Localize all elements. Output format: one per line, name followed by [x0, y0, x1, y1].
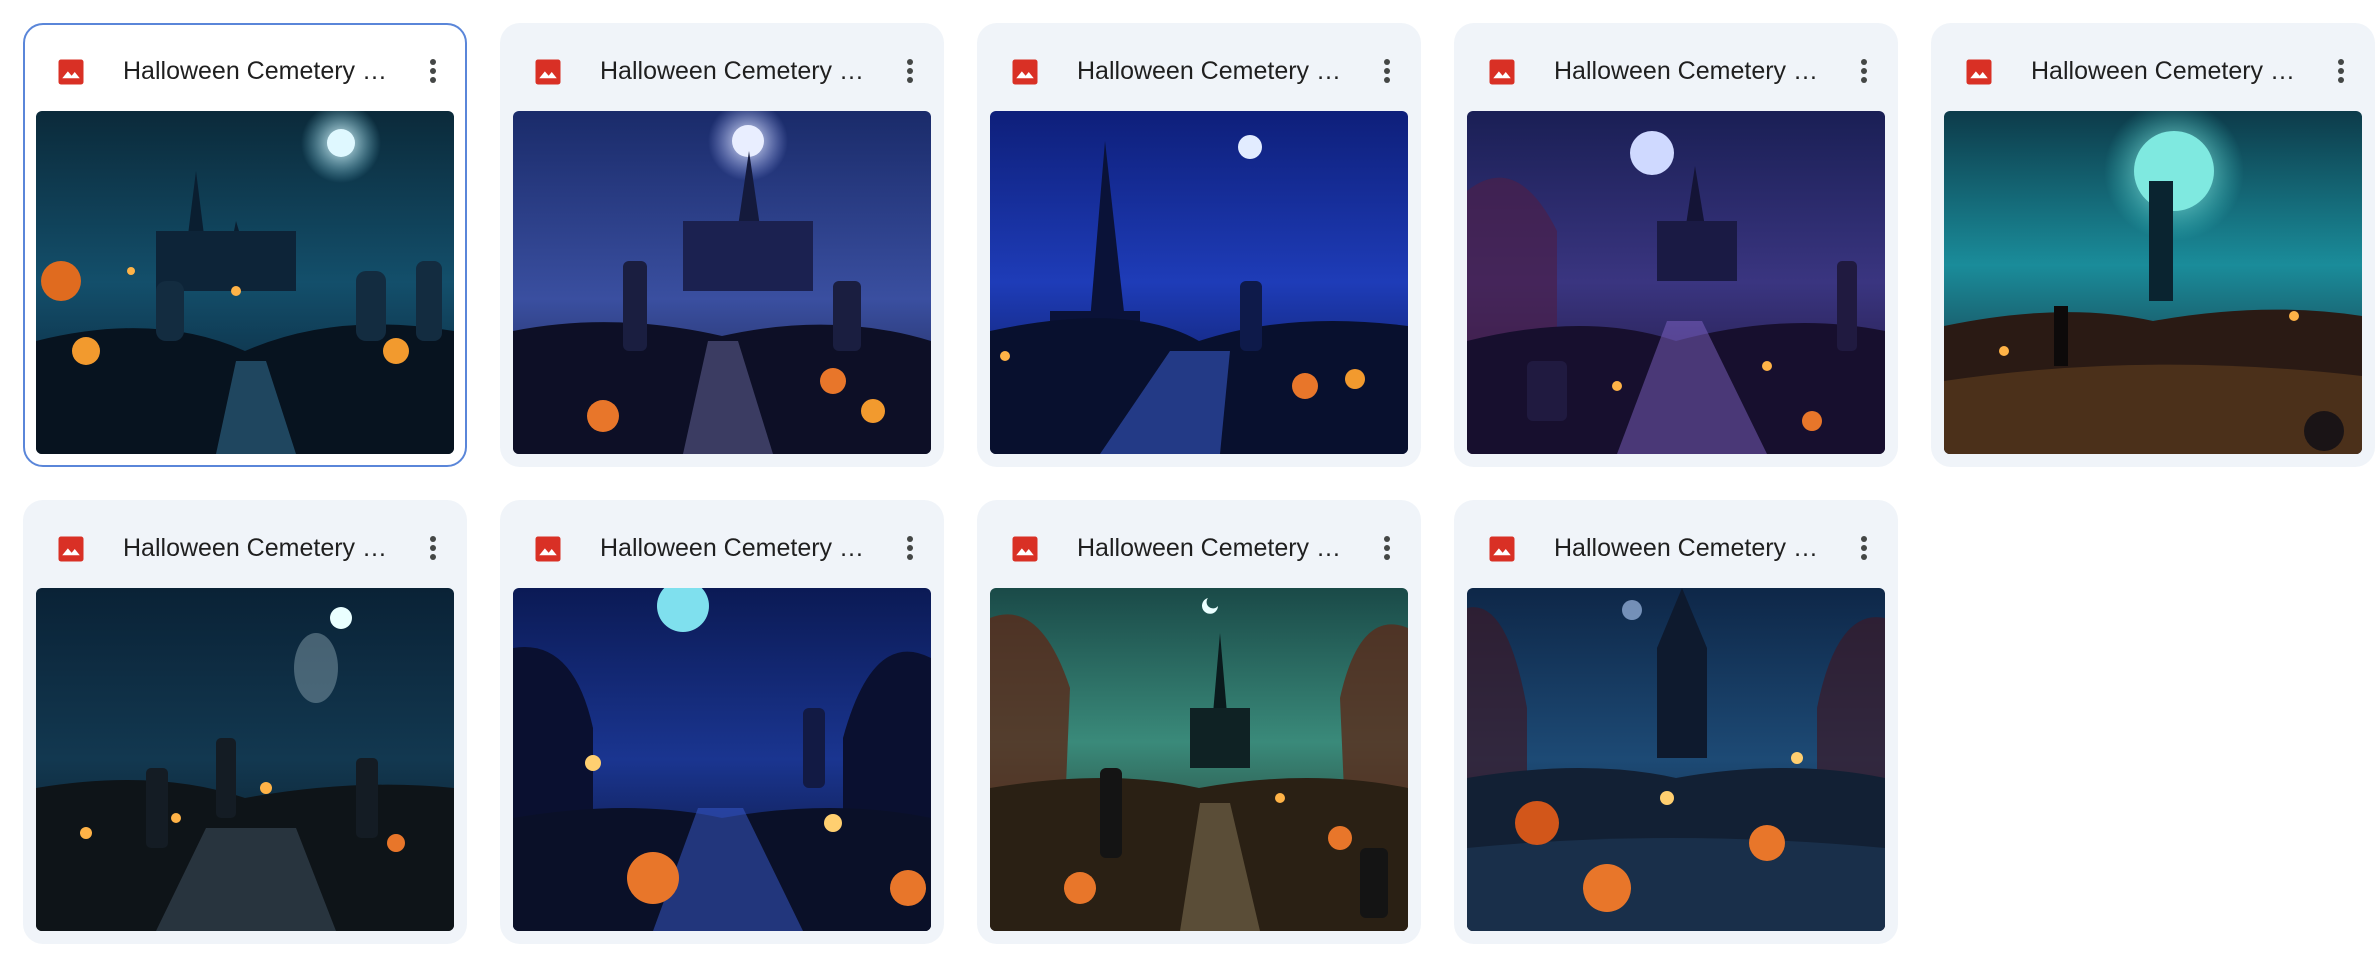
file-card-header: Halloween Cemetery Background 4 [1454, 23, 1898, 111]
file-card[interactable]: Halloween Cemetery Background 6 [23, 500, 467, 944]
image-thumbnail[interactable] [36, 111, 454, 454]
image-file-icon [1487, 534, 1517, 564]
file-card-header: Halloween Cemetery Background 7 [500, 500, 944, 588]
file-card[interactable]: Halloween Cemetery Background 3 [977, 23, 1421, 467]
more-options-icon[interactable] [1844, 51, 1884, 91]
file-title: Halloween Cemetery Background 7 [600, 534, 872, 562]
file-title: Halloween Cemetery Background 6 [123, 534, 395, 562]
image-file-icon [1964, 57, 1994, 87]
more-options-icon[interactable] [2321, 51, 2361, 91]
file-card-header: Halloween Cemetery Background 1 [25, 25, 465, 113]
image-file-icon [1487, 57, 1517, 87]
file-card-header: Halloween Cemetery Background 5 [1931, 23, 2375, 111]
image-thumbnail[interactable] [1467, 111, 1885, 454]
file-card-header: Halloween Cemetery Background 3 [977, 23, 1421, 111]
file-card-header: Halloween Cemetery Background 6 [23, 500, 467, 588]
file-title: Halloween Cemetery Background 8 [1077, 534, 1349, 562]
file-card-header: Halloween Cemetery Background 8 [977, 500, 1421, 588]
image-thumbnail[interactable] [513, 588, 931, 931]
image-thumbnail[interactable] [990, 588, 1408, 931]
file-grid: Halloween Cemetery Background 1 [0, 0, 2378, 960]
more-options-icon[interactable] [890, 51, 930, 91]
more-options-icon[interactable] [890, 528, 930, 568]
file-card[interactable]: Halloween Cemetery Background 4 [1454, 23, 1898, 467]
image-thumbnail[interactable] [513, 111, 931, 454]
image-thumbnail[interactable] [1467, 588, 1885, 931]
image-file-icon [56, 534, 86, 564]
file-title: Halloween Cemetery Background 3 [1077, 57, 1349, 85]
file-card[interactable]: Halloween Cemetery Background 7 [500, 500, 944, 944]
image-file-icon [533, 534, 563, 564]
image-file-icon [1010, 57, 1040, 87]
file-card-header: Halloween Cemetery Background 2 [500, 23, 944, 111]
file-card[interactable]: Halloween Cemetery Background 2 [500, 23, 944, 467]
file-card[interactable]: Halloween Cemetery Background 9 [1454, 500, 1898, 944]
image-file-icon [1010, 534, 1040, 564]
file-card[interactable]: Halloween Cemetery Background 1 [23, 23, 467, 467]
image-thumbnail[interactable] [990, 111, 1408, 454]
more-options-icon[interactable] [413, 51, 453, 91]
image-thumbnail[interactable] [36, 588, 454, 931]
file-title: Halloween Cemetery Background 1 [123, 57, 395, 85]
image-thumbnail[interactable] [1944, 111, 2362, 454]
more-options-icon[interactable] [1844, 528, 1884, 568]
file-title: Halloween Cemetery Background 4 [1554, 57, 1826, 85]
file-title: Halloween Cemetery Background 9 [1554, 534, 1826, 562]
image-file-icon [56, 57, 86, 87]
file-card[interactable]: Halloween Cemetery Background 8 [977, 500, 1421, 944]
more-options-icon[interactable] [413, 528, 453, 568]
file-title: Halloween Cemetery Background 5 [2031, 57, 2303, 85]
more-options-icon[interactable] [1367, 51, 1407, 91]
file-card-header: Halloween Cemetery Background 9 [1454, 500, 1898, 588]
more-options-icon[interactable] [1367, 528, 1407, 568]
file-title: Halloween Cemetery Background 2 [600, 57, 872, 85]
image-file-icon [533, 57, 563, 87]
file-card[interactable]: Halloween Cemetery Background 5 [1931, 23, 2375, 467]
